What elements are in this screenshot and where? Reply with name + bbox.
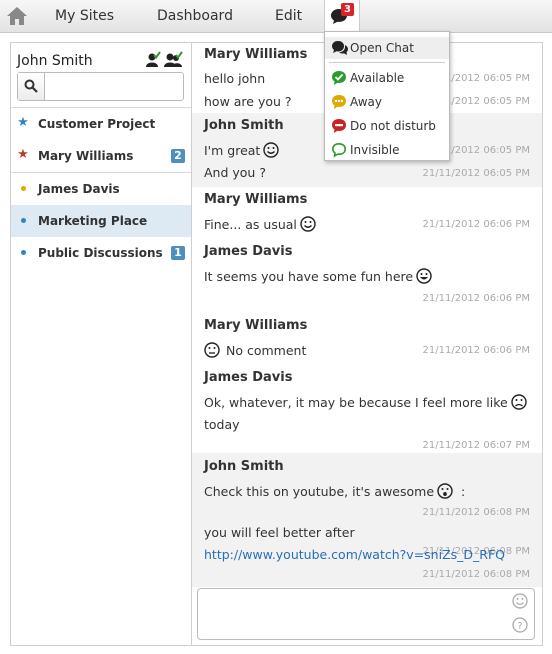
message-author: Mary Williams [204, 47, 308, 62]
menu-item-label: Available [350, 71, 405, 85]
message-input[interactable] [202, 593, 506, 637]
message-time: 21/11/2012 06:08 PM [422, 507, 530, 518]
surprised-face-icon [437, 483, 453, 499]
room-customer-project[interactable]: ★ Customer Project [11, 108, 192, 140]
menu-item-label: Away [350, 95, 382, 109]
message-group: John Smith Check this on youtube, it's a… [192, 453, 542, 587]
nav-my-sites[interactable]: My Sites [55, 8, 114, 24]
nav-dashboard[interactable]: Dashboard [157, 8, 233, 24]
message-author: John Smith [204, 459, 284, 474]
room-james-davis[interactable]: James Davis [11, 173, 192, 205]
star-icon: ★ [17, 147, 29, 162]
message-text: Check this on youtube, it's awesome [204, 484, 435, 499]
message-text: Fine... as usual [204, 217, 297, 232]
room-public-discussions[interactable]: Public Discussions 1 [11, 237, 192, 269]
smiley-icon [300, 216, 316, 232]
menu-item-available[interactable]: Available [325, 67, 449, 89]
presence-dot-icon [21, 186, 26, 191]
search-button[interactable] [18, 73, 45, 100]
room-label: Mary Williams [38, 149, 134, 163]
menu-item-away[interactable]: Away [325, 91, 449, 113]
unread-count-badge: 1 [171, 246, 185, 260]
message-line: No comment [204, 342, 306, 358]
svg-text:?: ? [517, 621, 522, 632]
unread-count-badge: 2 [171, 149, 185, 163]
message-group: James Davis Ok, whatever, it may be beca… [192, 365, 542, 453]
menu-item-label: Invisible [350, 143, 400, 157]
message-text: And you ? [204, 165, 266, 180]
message-time: 21/11/2012 06:07 PM [422, 440, 530, 451]
top-navigation-bar: My Sites Dashboard Edit 3 [0, 0, 552, 33]
neutral-face-icon [204, 342, 220, 358]
room-label: Customer Project [38, 117, 156, 131]
message-time: 21/11/2012 06:05 PM [422, 168, 530, 179]
message-author: Mary Williams [204, 192, 308, 207]
star-icon: ★ [17, 115, 29, 130]
menu-item-label: Open Chat [350, 41, 414, 55]
youtube-link[interactable]: http://www.youtube.com/watch?v=sniZs_D_R… [204, 547, 505, 562]
left-panel: John Smith ★ Customer Project ★ Mary Wil… [10, 42, 192, 646]
message-time: 21/11/2012 06:06 PM [422, 293, 530, 304]
presence-dot-icon [21, 250, 26, 255]
message-author: John Smith [204, 118, 284, 133]
nav-edit[interactable]: Edit [275, 8, 302, 24]
users-status-icon[interactable] [146, 51, 186, 73]
away-status-icon [332, 95, 346, 109]
search-input[interactable] [48, 76, 177, 97]
contact-search-box [17, 72, 184, 101]
message-group: Mary Williams No comment 21/11/2012 06:0… [192, 313, 542, 365]
grin-icon [416, 268, 432, 284]
message-time: 21/11/2012 06:08 PM [422, 569, 530, 580]
room-label: James Davis [38, 182, 120, 196]
message-text: No comment [226, 343, 307, 358]
message-line: Fine... as usual [204, 216, 316, 232]
message-line: Check this on youtube, it's awesome : [204, 483, 465, 499]
room-label: Public Discussions [38, 246, 163, 260]
message-line: Ok, whatever, it may be because I feel m… [204, 394, 527, 410]
menu-item-invisible[interactable]: Invisible [325, 139, 449, 161]
message-text: It seems you have some fun here [204, 269, 414, 284]
message-text: hello john [204, 71, 266, 86]
message-suffix: : [460, 484, 466, 499]
do-not-disturb-status-icon [332, 119, 346, 133]
message-line: http://www.youtube.com/watch?v=sniZs_D_R… [204, 547, 505, 562]
menu-item-open-chat[interactable]: Open Chat [325, 37, 449, 59]
smiley-icon [263, 142, 280, 158]
chat-status-menu: Open Chat Available Away Do not disturb … [324, 31, 450, 161]
invisible-status-icon [331, 142, 347, 158]
home-icon[interactable] [6, 6, 28, 26]
current-user-name: John Smith [17, 53, 93, 69]
sad-face-icon [510, 394, 527, 410]
smiley-icon[interactable] [512, 593, 528, 613]
message-time: 21/11/2012 06:06 PM [422, 219, 530, 230]
help-icon[interactable]: ? [512, 617, 528, 637]
room-label: Marketing Place [38, 214, 148, 228]
room-mary-williams[interactable]: ★ Mary Williams 2 [11, 140, 192, 172]
message-line: I'm great [204, 142, 280, 158]
message-text: I'm great [204, 143, 261, 158]
message-compose-box: ? [197, 588, 535, 640]
message-line: It seems you have some fun here [204, 268, 432, 284]
menu-item-do-not-disturb[interactable]: Do not disturb [325, 115, 449, 137]
presence-dot-icon [21, 218, 26, 223]
message-text: Ok, whatever, it may be because I feel m… [204, 395, 508, 410]
chat-notification-badge: 3 [341, 3, 354, 16]
divider [329, 62, 445, 63]
search-icon [24, 79, 38, 93]
message-group: Mary Williams Fine... as usual 21/11/201… [192, 187, 542, 239]
available-status-icon [332, 71, 346, 85]
message-author: James Davis [204, 244, 293, 259]
message-author: Mary Williams [204, 318, 308, 333]
message-author: James Davis [204, 370, 293, 385]
room-marketing-place[interactable]: Marketing Place [11, 205, 192, 237]
message-group: James Davis It seems you have some fun h… [192, 239, 542, 313]
message-text-continued: today [204, 417, 240, 432]
chat-bubbles-icon [332, 41, 348, 55]
menu-item-label: Do not disturb [350, 119, 436, 133]
message-time: 21/11/2012 06:06 PM [422, 345, 530, 356]
message-text: you will feel better after [204, 525, 355, 540]
message-text: how are you ? [204, 94, 292, 109]
